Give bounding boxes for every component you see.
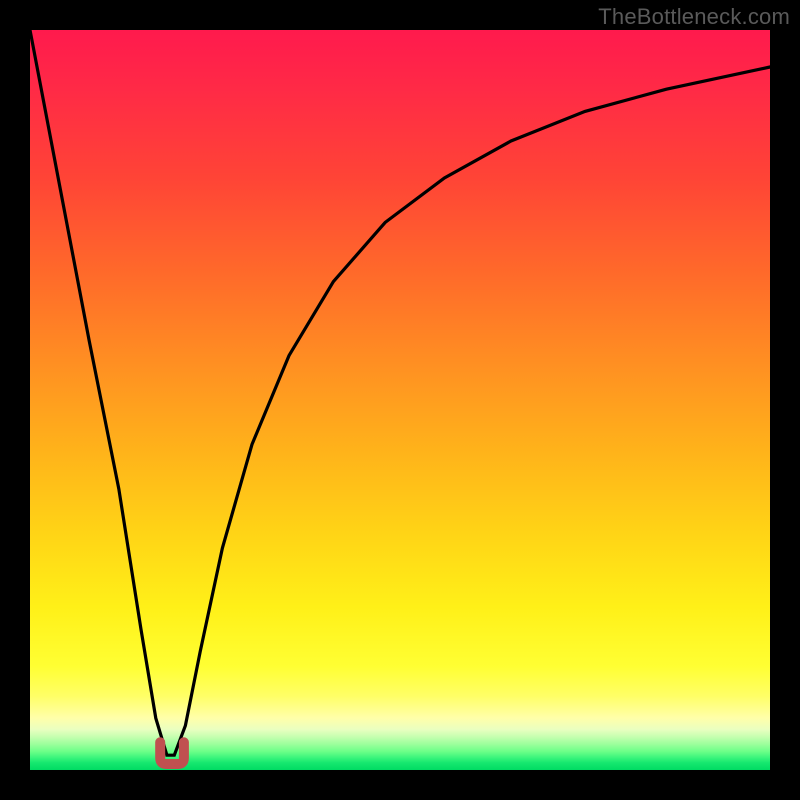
dip-marker xyxy=(160,742,184,764)
bottleneck-curve-path xyxy=(30,30,770,755)
chart-svg-layer xyxy=(30,30,770,770)
chart-outer-frame: TheBottleneck.com xyxy=(0,0,800,800)
chart-plot-area xyxy=(30,30,770,770)
watermark-text: TheBottleneck.com xyxy=(598,4,790,30)
